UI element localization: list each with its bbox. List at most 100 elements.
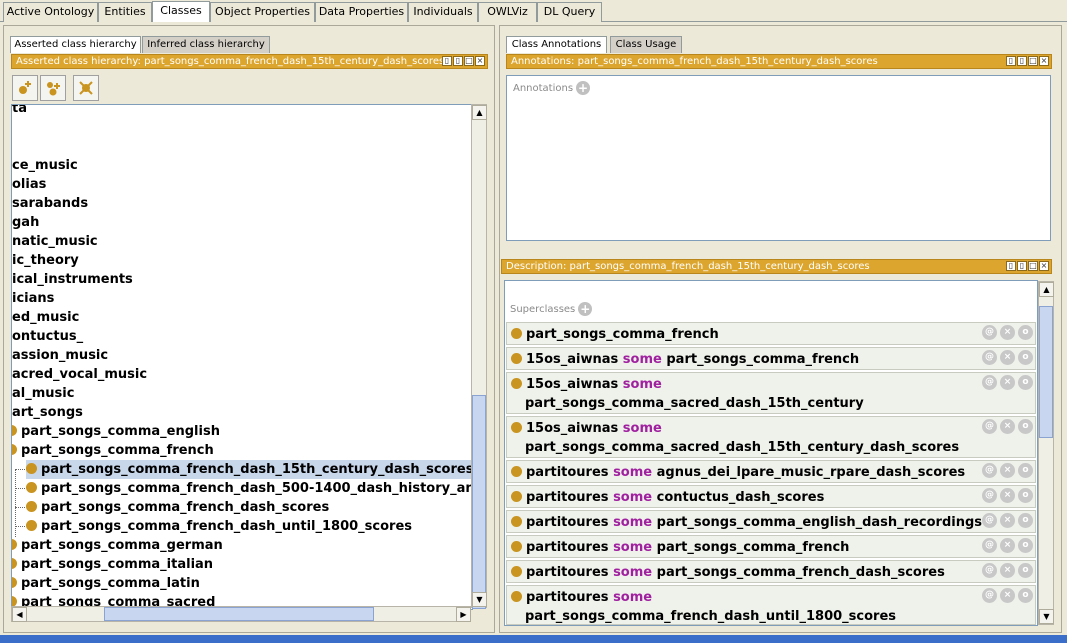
- delete-button[interactable]: ×: [1000, 588, 1015, 603]
- delete-button[interactable]: ×: [1000, 488, 1015, 503]
- add-annotation-icon[interactable]: +: [576, 81, 591, 95]
- annotate-button[interactable]: @: [982, 463, 997, 478]
- main-tab-data-properties[interactable]: Data Properties: [315, 2, 408, 22]
- annotate-button[interactable]: @: [982, 350, 997, 365]
- scroll-up-button[interactable]: ▲: [1039, 282, 1054, 297]
- edit-button[interactable]: o: [1018, 375, 1033, 390]
- delete-button[interactable]: ×: [1000, 563, 1015, 578]
- tree-node[interactable]: part_songs_comma_french_dash_scores: [15, 498, 329, 517]
- superclass-row[interactable]: partitoures some contuctus_dash_scores @ ×…: [506, 485, 1036, 508]
- tree-node[interactable]: ce_music: [12, 156, 78, 175]
- tree-node[interactable]: ical_instruments: [12, 270, 133, 289]
- tree-node[interactable]: al_music: [12, 384, 74, 403]
- tree-node[interactable]: natic_music: [12, 232, 98, 251]
- description-vertical-scrollbar[interactable]: ▲ ▼: [1038, 281, 1054, 625]
- delete-button[interactable]: ×: [1000, 463, 1015, 478]
- tree-node[interactable]: ic_theory: [12, 251, 79, 270]
- tree-node[interactable]: part_songs_comma_french_dash_15th_centur…: [15, 460, 472, 479]
- delete-button[interactable]: ×: [1000, 350, 1015, 365]
- scroll-right-button[interactable]: ▶: [456, 607, 471, 622]
- add-sibling-button[interactable]: [40, 75, 66, 101]
- scroll-up-button[interactable]: ▲: [472, 105, 487, 120]
- tree-vertical-scrollbar[interactable]: ▲ ▼: [471, 104, 487, 609]
- main-tab-dl-query[interactable]: DL Query: [537, 2, 602, 22]
- superclass-row[interactable]: partitoures some part_songs_comma_englis…: [506, 510, 1036, 533]
- main-tab-entities[interactable]: Entities: [98, 2, 152, 22]
- tree-node[interactable]: sarabands: [12, 194, 88, 213]
- main-tab-classes[interactable]: Classes: [152, 1, 210, 22]
- tree-node[interactable]: part_songs_comma_german: [12, 536, 223, 555]
- scroll-left-button[interactable]: ◀: [12, 607, 27, 622]
- subtab-asserted-class-hierarchy[interactable]: Asserted class hierarchy: [10, 36, 141, 53]
- main-tab-object-properties[interactable]: Object Properties: [210, 2, 315, 22]
- tree-node[interactable]: ontuctus_: [12, 327, 83, 346]
- scroll-down-button[interactable]: ▼: [1039, 609, 1054, 624]
- delete-button[interactable]: ×: [1000, 375, 1015, 390]
- edit-button[interactable]: o: [1018, 513, 1033, 528]
- tree-node[interactable]: acred_vocal_music: [12, 365, 147, 384]
- edit-button[interactable]: o: [1018, 488, 1033, 503]
- edit-button[interactable]: o: [1018, 538, 1033, 553]
- superclass-row[interactable]: partitoures some part_songs_comma_french…: [506, 535, 1036, 558]
- edit-button[interactable]: o: [1018, 350, 1033, 365]
- tree-node[interactable]: art_songs: [12, 403, 83, 422]
- annotate-button[interactable]: @: [982, 588, 997, 603]
- superclass-row[interactable]: partitoures some part_songs_comma_french_…: [506, 585, 1036, 625]
- superclass-row[interactable]: part_songs_comma_french @ × o: [506, 322, 1036, 345]
- view-close-button[interactable]: ×: [475, 56, 485, 66]
- superclass-row[interactable]: 15os_aiwnas some part_songs_comma_sacred_…: [506, 372, 1036, 414]
- tree-node[interactable]: part_songs_comma_french: [12, 441, 214, 460]
- annotate-button[interactable]: @: [982, 375, 997, 390]
- edit-button[interactable]: o: [1018, 588, 1033, 603]
- tree-horizontal-scrollbar[interactable]: ◀ ▶: [11, 606, 471, 622]
- tree-node[interactable]: part_songs_comma_french_dash_until_1800_…: [15, 517, 412, 536]
- tree-node[interactable]: olias: [12, 175, 46, 194]
- delete-button[interactable]: ×: [1000, 419, 1015, 434]
- view-float-button[interactable]: ▯: [1006, 261, 1016, 271]
- main-tab-individuals[interactable]: Individuals: [408, 2, 478, 22]
- add-subclass-button[interactable]: [12, 75, 38, 101]
- superclass-row[interactable]: partitoures some agnus_dei_lpare_music_r…: [506, 460, 1036, 483]
- tree-node[interactable]: part_songs_comma_french_dash_500-1400_da…: [15, 479, 472, 498]
- tree-node[interactable]: part_songs_comma_latin: [12, 574, 200, 593]
- annotate-button[interactable]: @: [982, 488, 997, 503]
- h-scroll-thumb[interactable]: [104, 607, 374, 621]
- edit-button[interactable]: o: [1018, 325, 1033, 340]
- annotate-button[interactable]: @: [982, 325, 997, 340]
- delete-button[interactable]: ×: [1000, 513, 1015, 528]
- subtab-class-usage[interactable]: Class Usage: [610, 36, 682, 53]
- view-split-button[interactable]: ▯: [453, 56, 463, 66]
- annotate-button[interactable]: @: [982, 513, 997, 528]
- view-float-button[interactable]: ▯: [1006, 56, 1016, 66]
- superclass-row[interactable]: 15os_aiwnas some part_songs_comma_sacred_…: [506, 416, 1036, 458]
- tree-node[interactable]: assion_music: [12, 346, 108, 365]
- subtab-inferred-class-hierarchy[interactable]: Inferred class hierarchy: [142, 36, 270, 53]
- edit-button[interactable]: o: [1018, 419, 1033, 434]
- view-max-button[interactable]: □: [464, 56, 474, 66]
- view-max-button[interactable]: □: [1028, 56, 1038, 66]
- view-float-button[interactable]: ▯: [442, 56, 452, 66]
- edit-button[interactable]: o: [1018, 563, 1033, 578]
- annotate-button[interactable]: @: [982, 563, 997, 578]
- delete-button[interactable]: ×: [1000, 538, 1015, 553]
- annotate-button[interactable]: @: [982, 419, 997, 434]
- edit-button[interactable]: o: [1018, 463, 1033, 478]
- tree-node[interactable]: ta: [12, 105, 27, 118]
- scroll-thumb[interactable]: [1039, 306, 1053, 438]
- add-superclass-icon[interactable]: +: [578, 302, 593, 316]
- scroll-thumb[interactable]: [472, 395, 486, 609]
- view-close-button[interactable]: ×: [1039, 56, 1049, 66]
- view-max-button[interactable]: □: [1028, 261, 1038, 271]
- superclass-row[interactable]: partitoures some part_songs_comma_french…: [506, 560, 1036, 583]
- tree-node[interactable]: part_songs_comma_english: [12, 422, 220, 441]
- delete-button[interactable]: ×: [1000, 325, 1015, 340]
- view-split-button[interactable]: ▯: [1017, 56, 1027, 66]
- main-tab-active-ontology[interactable]: Active Ontology: [3, 2, 98, 22]
- subtab-class-annotations[interactable]: Class Annotations: [506, 36, 607, 53]
- annotate-button[interactable]: @: [982, 538, 997, 553]
- tree-node[interactable]: part_songs_comma_italian: [12, 555, 213, 574]
- view-close-button[interactable]: ×: [1039, 261, 1049, 271]
- scroll-down-button[interactable]: ▼: [472, 592, 487, 607]
- view-split-button[interactable]: ▯: [1017, 261, 1027, 271]
- tree-node[interactable]: icians: [12, 289, 54, 308]
